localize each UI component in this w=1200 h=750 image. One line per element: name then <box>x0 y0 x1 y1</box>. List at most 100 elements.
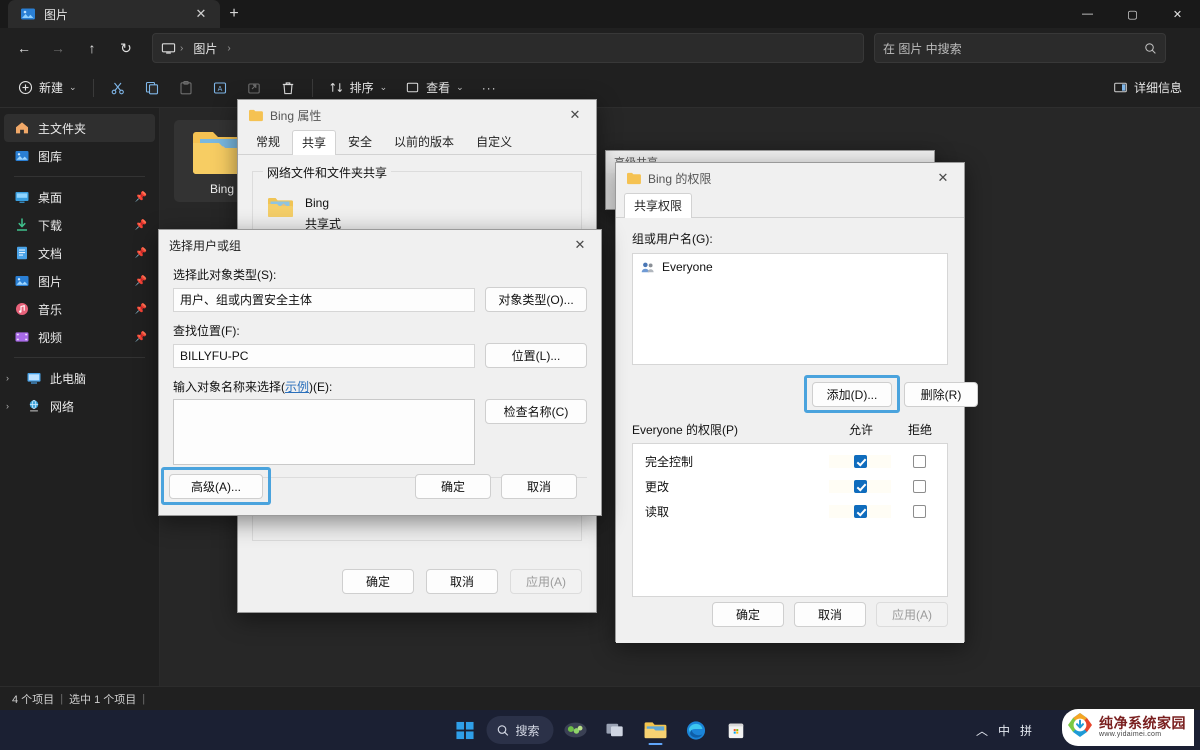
documents-icon <box>14 245 30 261</box>
add-button[interactable]: 添加(D)... <box>812 382 892 407</box>
select-users-cancel-button[interactable]: 取消 <box>501 474 577 499</box>
chevron-right-icon-net[interactable]: › <box>6 401 18 411</box>
deny-cell-read[interactable] <box>891 505 947 518</box>
close-icon-select-users[interactable]: ✕ <box>563 231 597 259</box>
edge-icon[interactable] <box>678 714 714 746</box>
search-input[interactable]: 在 图片 中搜索 <box>874 33 1166 63</box>
deny-checkbox-change[interactable] <box>912 480 926 493</box>
up-button[interactable]: ↑ <box>76 33 108 63</box>
view-button[interactable]: 查看 ⌄ <box>397 73 472 103</box>
breadcrumb-item-pictures[interactable]: 图片 <box>187 38 223 59</box>
object-type-value: 用户、组或内置安全主体 <box>173 287 475 312</box>
close-icon[interactable]: ✕ <box>190 3 212 25</box>
sidebar-item-network[interactable]: › 网络 <box>4 392 155 420</box>
allow-cell-change[interactable] <box>829 480 891 493</box>
permissions-ok-button[interactable]: 确定 <box>712 602 784 627</box>
sidebar-item-downloads[interactable]: 下载 📌 <box>4 211 155 239</box>
group-users-listbox[interactable]: Everyone <box>632 253 948 365</box>
permissions-listbox[interactable]: 完全控制 更改 读取 <box>632 443 948 597</box>
selection-count: 选中 1 个项目 <box>69 693 137 706</box>
select-users-ok-button[interactable]: 确定 <box>415 474 491 499</box>
permission-row-full-control[interactable]: 完全控制 <box>633 451 947 472</box>
allow-checkbox-change[interactable] <box>853 480 867 493</box>
deny-cell-full-control[interactable] <box>891 455 947 468</box>
permission-row-read[interactable]: 读取 <box>633 501 947 522</box>
tab-share-permissions[interactable]: 共享权限 <box>624 193 693 218</box>
new-tab-button[interactable]: + <box>220 0 248 28</box>
permission-row-change[interactable]: 更改 <box>633 476 947 497</box>
allow-cell-full-control[interactable] <box>829 455 891 468</box>
pin-icon-downloads: 📌 <box>134 219 147 231</box>
back-button[interactable]: ← <box>8 33 40 63</box>
properties-ok-button[interactable]: 确定 <box>342 569 414 594</box>
cut-button[interactable] <box>102 73 134 103</box>
object-names-input[interactable] <box>173 399 475 465</box>
permissions-dialog[interactable]: Bing 的权限 ✕ 共享权限 组或用户名(G): Everyone 添加(D)… <box>615 162 978 643</box>
pin-icon-music: 📌 <box>134 303 147 315</box>
watermark-title: 纯净系统家园 <box>1099 715 1186 732</box>
sidebar-item-documents[interactable]: 文档 📌 <box>4 239 155 267</box>
examples-link[interactable]: 示例 <box>285 380 309 394</box>
ime-language-indicator[interactable]: 中 <box>998 722 1010 739</box>
sort-button[interactable]: 排序 ⌄ <box>321 73 396 103</box>
allow-checkbox-read[interactable] <box>853 505 867 518</box>
sidebar-item-this-pc[interactable]: › 此电脑 <box>4 364 155 392</box>
deny-cell-change[interactable] <box>891 480 947 493</box>
close-icon-properties[interactable]: ✕ <box>558 101 592 129</box>
sidebar-item-gallery[interactable]: 图库 <box>4 142 155 170</box>
rename-button[interactable]: A <box>204 73 236 103</box>
file-explorer-icon[interactable] <box>638 714 674 746</box>
deny-checkbox-full-control[interactable] <box>912 455 926 468</box>
tab-customize[interactable]: 自定义 <box>466 129 522 154</box>
tray-chevron-icon[interactable]: ︿ <box>976 722 988 739</box>
tab-general[interactable]: 常规 <box>246 129 290 154</box>
sidebar-item-desktop[interactable]: 桌面 📌 <box>4 183 155 211</box>
select-users-dialog[interactable]: 选择用户或组 ✕ 选择此对象类型(S): 用户、组或内置安全主体 对象类型(O)… <box>158 229 602 516</box>
minimize-button[interactable]: — <box>1065 0 1110 28</box>
tab-security[interactable]: 安全 <box>338 129 382 154</box>
allow-cell-read[interactable] <box>829 505 891 518</box>
new-button[interactable]: 新建 ⌄ <box>10 73 85 103</box>
widgets-icon[interactable] <box>558 714 594 746</box>
ime-mode-indicator[interactable]: 拼 <box>1020 722 1032 739</box>
share-button[interactable] <box>238 73 270 103</box>
paste-button[interactable] <box>170 73 202 103</box>
forward-button[interactable]: → <box>42 33 74 63</box>
copy-button[interactable] <box>136 73 168 103</box>
details-pane-button[interactable]: 详细信息 <box>1105 73 1190 103</box>
store-icon[interactable] <box>718 714 754 746</box>
refresh-button[interactable]: ↻ <box>110 33 142 63</box>
object-types-button[interactable]: 对象类型(O)... <box>485 287 587 312</box>
breadcrumb-separator-end[interactable]: › <box>227 43 230 54</box>
delete-button[interactable] <box>272 73 304 103</box>
properties-cancel-button[interactable]: 取消 <box>426 569 498 594</box>
tab-sharing[interactable]: 共享 <box>292 130 337 155</box>
maximize-button[interactable]: ▢ <box>1110 0 1155 28</box>
pin-icon: 📌 <box>134 191 147 203</box>
tab-previous-versions[interactable]: 以前的版本 <box>384 129 464 154</box>
sidebar-item-pictures[interactable]: 图片 📌 <box>4 267 155 295</box>
window-close-button[interactable]: ✕ <box>1155 0 1200 28</box>
list-item-everyone[interactable]: Everyone <box>637 258 943 276</box>
allow-checkbox-full-control[interactable] <box>853 455 867 468</box>
sidebar-item-home[interactable]: 主文件夹 <box>4 114 155 142</box>
permission-name-read: 读取 <box>645 505 670 519</box>
locations-button[interactable]: 位置(L)... <box>485 343 587 368</box>
taskbar-search[interactable]: 搜索 <box>486 716 554 744</box>
more-options-button[interactable]: ··· <box>474 73 505 103</box>
address-bar[interactable]: › 图片 › <box>152 33 864 63</box>
advanced-button[interactable]: 高级(A)... <box>169 474 263 499</box>
start-button[interactable] <box>446 714 482 746</box>
sidebar-item-music[interactable]: 音乐 📌 <box>4 295 155 323</box>
deny-column-header: 拒绝 <box>907 423 932 437</box>
tab-pictures[interactable]: 图片 ✕ <box>8 0 220 28</box>
deny-checkbox-read[interactable] <box>912 505 926 518</box>
chevron-right-icon-pc[interactable]: › <box>6 373 18 383</box>
watermark-url: www.yidaimei.com <box>1099 731 1162 739</box>
check-names-button[interactable]: 检查名称(C) <box>485 399 587 424</box>
sidebar-item-videos[interactable]: 视频 📌 <box>4 323 155 351</box>
task-view-icon[interactable] <box>598 714 634 746</box>
close-icon-permissions[interactable]: ✕ <box>926 164 960 192</box>
remove-button[interactable]: 删除(R) <box>904 382 978 407</box>
permissions-cancel-button[interactable]: 取消 <box>794 602 866 627</box>
